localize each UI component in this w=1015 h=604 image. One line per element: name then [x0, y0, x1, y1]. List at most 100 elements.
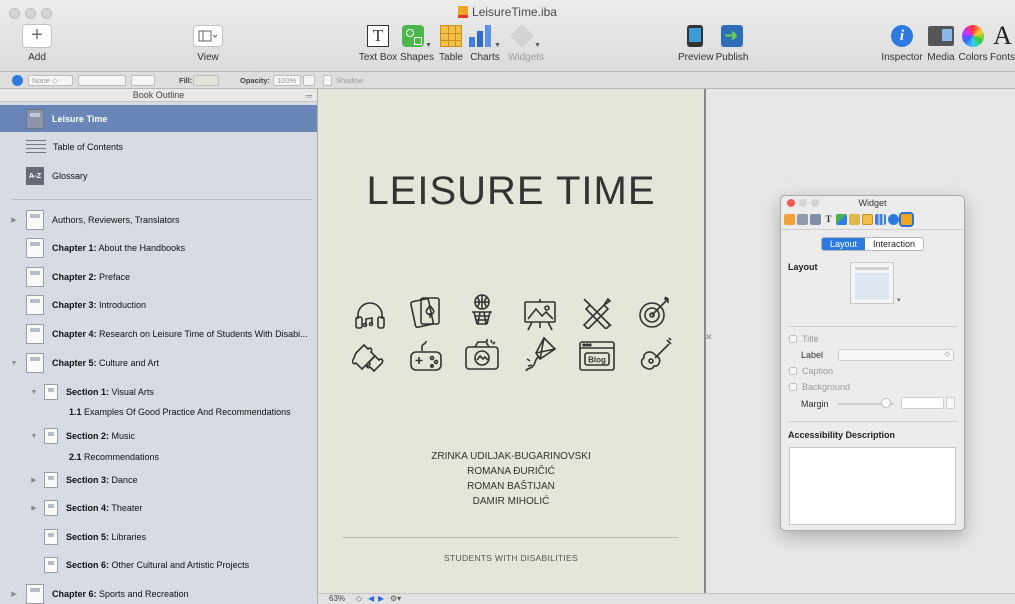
add-button[interactable]: + Add	[22, 23, 52, 63]
opacity-label: Opacity:	[240, 76, 271, 85]
close-marker-icon[interactable]: ✕	[705, 332, 713, 343]
layout-style-picker[interactable]	[850, 262, 894, 304]
shapes-button[interactable]: ▼ Shapes	[400, 23, 434, 63]
document-icon	[458, 6, 469, 18]
disclosure-down-icon[interactable]: ▼	[30, 433, 38, 440]
label-select[interactable]: ◇	[838, 349, 954, 361]
color-wheel-icon	[962, 25, 984, 47]
table-inspector-icon[interactable]	[862, 214, 873, 225]
next-page-icon[interactable]: ▶	[378, 594, 384, 604]
inspector-button[interactable]: i Inspector	[880, 23, 924, 63]
widget-inspector-icon[interactable]	[899, 212, 914, 227]
text-box-label: Text Box	[358, 52, 398, 63]
outline-item-authors[interactable]: ▶ Authors, Reviewers, Translators	[0, 207, 317, 233]
text-inspector-icon[interactable]: T	[823, 214, 834, 225]
outline-item-table-of-contents[interactable]: Table of Contents	[0, 134, 317, 160]
ibooks-author-window: LeisureTime.iba + Add View T Text Box ▼ …	[0, 0, 1015, 604]
title-checkbox[interactable]: Title	[789, 334, 819, 344]
minimize-panel-button[interactable]	[799, 199, 807, 207]
table-button[interactable]: Table	[437, 23, 465, 63]
margin-stepper[interactable]	[946, 397, 955, 409]
outline-item-chapter-5[interactable]: ▼ Chapter 5: Culture and Art	[0, 350, 317, 376]
outline-item-prefix: Section 6:	[66, 560, 110, 570]
outline-item-2-1[interactable]: 2.1 Recommendations	[0, 446, 317, 468]
outline-item-section-3[interactable]: ▶ Section 3: Dance	[0, 467, 317, 493]
view-button[interactable]: View	[191, 23, 225, 63]
drag-handle-icon[interactable]: ═	[306, 90, 312, 102]
blog-text: Blog	[588, 356, 606, 365]
fill-color-swatch[interactable]	[193, 75, 219, 86]
zoom-panel-button[interactable]	[811, 199, 819, 207]
outline-item-chapter-3[interactable]: Chapter 3: Introduction	[0, 292, 317, 318]
disclosure-right-icon[interactable]: ▶	[10, 216, 18, 224]
caption-checkbox[interactable]: Caption	[789, 366, 833, 376]
margin-field[interactable]	[901, 397, 944, 409]
outline-item-label: Table of Contents	[53, 142, 124, 152]
outline-item-prefix: 2.1	[69, 452, 82, 462]
book-title[interactable]: LEISURE TIME	[318, 169, 704, 214]
disclosure-down-icon[interactable]: ▼	[10, 360, 18, 367]
preview-button[interactable]: Preview	[678, 23, 714, 63]
stroke-color-well[interactable]	[12, 75, 23, 86]
document-inspector-icon[interactable]	[784, 214, 795, 225]
charts-button[interactable]: ▼ Charts	[469, 23, 501, 63]
outline-item-label: Other Cultural and Artistic Projects	[109, 560, 250, 570]
outline-item-chapter-6[interactable]: ▶ Chapter 6: Sports and Recreation	[0, 581, 317, 604]
caret-down-icon: ▼	[494, 42, 501, 49]
outline-item-section-6[interactable]: Section 6: Other Cultural and Artistic P…	[0, 552, 317, 578]
disclosure-right-icon[interactable]: ▶	[10, 590, 18, 598]
page-inspector-icon[interactable]	[810, 214, 821, 225]
publish-button[interactable]: Publish	[715, 23, 749, 63]
stroke-width-select[interactable]	[78, 75, 126, 86]
stroke-style-select[interactable]: None ◇	[28, 75, 73, 86]
fonts-button[interactable]: A Fonts	[990, 23, 1015, 63]
outline-item-prefix: Chapter 4:	[52, 329, 97, 339]
margin-slider-knob[interactable]	[880, 398, 891, 408]
metrics-inspector-icon[interactable]	[849, 214, 860, 225]
add-label: Add	[28, 52, 46, 63]
widgets-button[interactable]: ▼ Widgets	[507, 23, 545, 63]
colors-button[interactable]: Colors	[958, 23, 988, 63]
accessibility-description-textarea[interactable]	[789, 447, 956, 525]
shadow-checkbox[interactable]	[323, 75, 332, 86]
outline-item-chapter-4[interactable]: Chapter 4: Research on Leisure Time of S…	[0, 321, 317, 347]
preview-label: Preview	[678, 52, 714, 63]
book-cover-page[interactable]: LEISURE TIME Blog ZRINKA UDILJAK-BUGARIN…	[318, 89, 704, 593]
widgets-label: Widgets	[507, 52, 545, 63]
tab-interaction[interactable]: Interaction	[865, 238, 924, 250]
graphic-inspector-icon[interactable]	[836, 214, 847, 225]
outline-item-leisure-time[interactable]: Leisure Time	[0, 105, 317, 132]
disclosure-right-icon[interactable]: ▶	[30, 504, 38, 512]
zoom-stepper-icon[interactable]: ◇	[356, 594, 362, 604]
shadow-label: Shadow	[336, 76, 364, 85]
gear-icon[interactable]: ⚙▾	[390, 594, 401, 604]
authors-block[interactable]: ZRINKA UDILJAK-BUGARINOVSKI ROMANA ĐURIČ…	[318, 449, 704, 509]
chevron-down-icon[interactable]: ▾	[897, 296, 901, 304]
hyperlink-inspector-icon[interactable]	[888, 214, 899, 225]
plus-icon: +	[22, 24, 52, 48]
zoom-level[interactable]: 63%	[329, 594, 345, 604]
background-checkbox[interactable]: Background	[789, 382, 850, 392]
media-button[interactable]: Media	[926, 23, 956, 63]
stroke-color-swatch[interactable]	[131, 75, 155, 86]
chart-inspector-icon[interactable]	[875, 214, 886, 225]
outline-item-section-4[interactable]: ▶ Section 4: Theater	[0, 495, 317, 521]
outline-item-chapter-2[interactable]: Chapter 2: Preface	[0, 264, 317, 290]
layout-inspector-icon[interactable]	[797, 214, 808, 225]
disclosure-right-icon[interactable]: ▶	[30, 476, 38, 484]
outline-item-prefix: Chapter 2:	[52, 272, 97, 282]
opacity-field[interactable]: 100%	[273, 75, 301, 86]
outline-item-section-5[interactable]: Section 5: Libraries	[0, 524, 317, 550]
outline-item-chapter-1[interactable]: Chapter 1: About the Handbooks	[0, 235, 317, 261]
caret-down-icon: ▼	[534, 42, 541, 49]
previous-page-icon[interactable]: ◀	[368, 594, 374, 604]
close-panel-button[interactable]	[787, 199, 795, 207]
book-subtitle[interactable]: STUDENTS WITH DISABILITIES	[318, 553, 704, 563]
disclosure-down-icon[interactable]: ▼	[30, 389, 38, 396]
tab-layout[interactable]: Layout	[822, 238, 866, 250]
outline-item-prefix: Chapter 5:	[52, 358, 97, 368]
opacity-stepper[interactable]	[303, 75, 315, 86]
text-box-button[interactable]: T Text Box	[358, 23, 398, 63]
outline-item-1-1[interactable]: 1.1 Examples Of Good Practice And Recomm…	[0, 401, 317, 423]
outline-item-glossary[interactable]: A-Z Glossary	[0, 163, 317, 189]
